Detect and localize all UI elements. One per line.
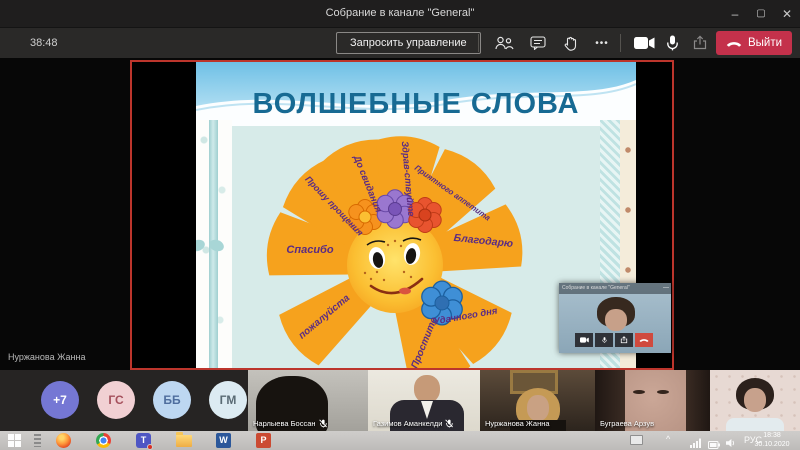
video-tile[interactable]: Газимов Аманкелди — [368, 370, 480, 431]
raise-hand-icon[interactable] — [558, 34, 582, 52]
battery-icon[interactable] — [708, 436, 724, 450]
window-titlebar: Собрание в канале "General" – ▢ ✕ — [0, 0, 800, 28]
teams-meeting-window: Собрание в канале "General" – ▢ ✕ 38:48 … — [0, 0, 800, 450]
close-button[interactable]: ✕ — [774, 0, 800, 28]
microphone-icon[interactable] — [660, 34, 684, 52]
letterbox-left — [132, 62, 196, 368]
participant-name: Буграева Арзув — [600, 419, 654, 428]
file-explorer-icon[interactable] — [176, 433, 192, 448]
toolbar-divider — [478, 34, 479, 52]
pip-microphone-icon[interactable] — [595, 333, 613, 347]
maximize-button[interactable]: ▢ — [748, 0, 774, 28]
presenter-name-label: Нуржанова Жанна — [8, 352, 85, 362]
hangup-icon — [726, 40, 742, 47]
firefox-icon[interactable] — [56, 433, 72, 448]
shared-screen-frame: ВОЛШЕБНЫЕ СЛОВА — [130, 60, 674, 370]
minimize-button[interactable]: – — [722, 0, 748, 28]
chrome-icon[interactable] — [96, 433, 112, 448]
participant-name: Нарлыева Боссан — [253, 419, 316, 428]
slide-left-border — [196, 120, 232, 368]
ray-label: Спасибо — [286, 244, 333, 256]
pip-titlebar: Собрание в канале "General" — [559, 283, 671, 294]
meeting-toolbar: 38:48 Запросить управление ••• — [0, 28, 800, 58]
leave-button[interactable]: Выйти — [716, 31, 792, 55]
tray-date: 30.10.2020 — [746, 441, 798, 450]
tray-clock[interactable]: 18:38 30.10.2020 — [746, 432, 798, 449]
share-screen-icon[interactable] — [688, 34, 712, 52]
video-tile[interactable]: Нарлыева Боссан — [248, 370, 368, 431]
participants-strip: +7 ГС ББ ГМ Нарлыева Боссан Газимов Аман… — [0, 370, 800, 431]
sun-illustration: Спасибо Прошу прощения До свидания Здрав… — [255, 123, 535, 368]
camera-icon[interactable] — [632, 34, 656, 52]
pip-share-icon[interactable] — [615, 333, 633, 347]
pip-minimize-icon[interactable]: — — [663, 283, 669, 294]
pip-meeting-window[interactable]: Собрание в канале "General" — — [559, 283, 671, 353]
toolbar-divider — [620, 34, 621, 52]
participants-icon[interactable] — [492, 34, 516, 52]
mic-off-icon — [319, 419, 327, 428]
video-tile[interactable]: Нуржанова Жанна — [480, 370, 595, 431]
pip-camera-icon[interactable] — [575, 333, 593, 347]
meeting-stage: ВОЛШЕБНЫЕ СЛОВА — [0, 58, 800, 370]
start-button[interactable] — [8, 433, 24, 448]
leave-label: Выйти — [748, 37, 782, 49]
mic-off-icon — [445, 419, 453, 428]
windows-taskbar: T W P ^ РУС 18:38 30.10.2020 — [0, 431, 800, 450]
teams-taskbar-icon[interactable]: T — [136, 433, 152, 448]
tray-expand-caret[interactable]: ^ — [666, 434, 670, 444]
avatar-gm[interactable]: ГМ — [209, 381, 247, 419]
powerpoint-icon[interactable]: P — [256, 433, 272, 448]
network-icon[interactable] — [690, 435, 706, 450]
chat-icon[interactable] — [526, 34, 550, 52]
slide-title: ВОЛШЕБНЫЕ СЛОВА — [196, 88, 636, 121]
tray-time: 18:38 — [746, 432, 798, 441]
video-tile[interactable] — [710, 370, 800, 431]
video-tile[interactable]: Буграева Арзув — [595, 370, 710, 431]
more-options-icon[interactable]: ••• — [590, 34, 614, 52]
avatar-bb[interactable]: ББ — [153, 381, 191, 419]
touch-keyboard-icon[interactable] — [630, 435, 643, 445]
overflow-participants-avatar[interactable]: +7 — [41, 381, 79, 419]
meeting-timer: 38:48 — [30, 37, 58, 49]
pip-hangup-icon[interactable] — [635, 333, 653, 347]
participant-name: Нуржанова Жанна — [485, 419, 550, 428]
participant-name: Газимов Аманкелди — [373, 419, 442, 428]
word-icon[interactable]: W — [216, 433, 232, 448]
window-title: Собрание в канале "General" — [0, 7, 800, 19]
avatar-gs[interactable]: ГС — [97, 381, 135, 419]
taskview-icon[interactable] — [34, 433, 50, 448]
volume-icon[interactable] — [726, 435, 742, 450]
request-control-button[interactable]: Запросить управление — [336, 32, 481, 54]
notification-dot — [147, 444, 153, 450]
